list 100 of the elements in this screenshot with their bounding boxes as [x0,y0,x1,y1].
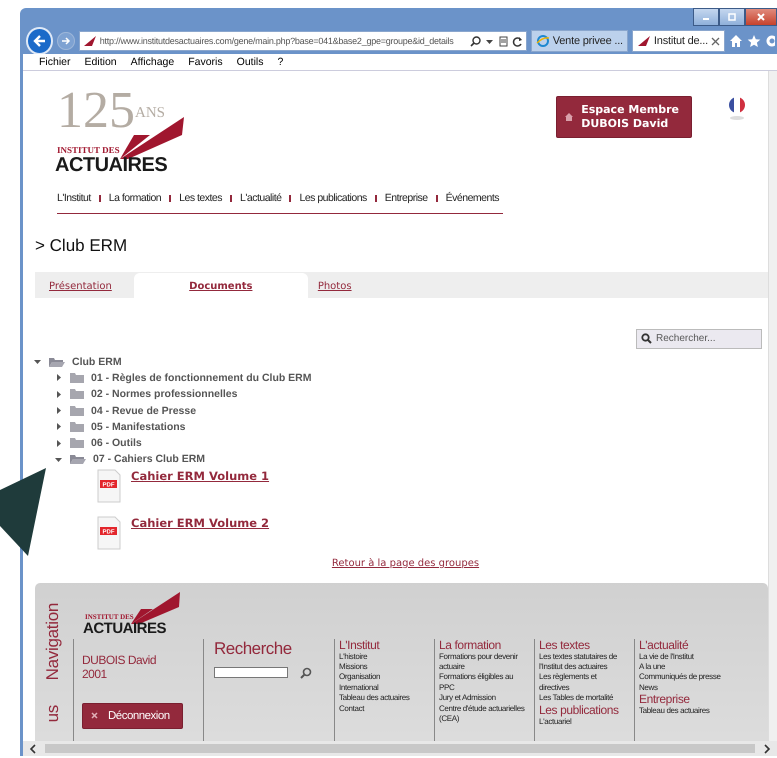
member-year: 2001 [82,666,108,681]
horizontal-scrollbar[interactable] [23,741,777,756]
folder-label[interactable]: 01 - Règles de fonctionnement du Club ERM [91,372,312,384]
footer-link[interactable]: La vie de l'Institut [639,652,728,662]
user-name: DUBOIS David [82,652,158,667]
document-link[interactable]: Cahier ERM Volume 1 [131,468,270,483]
logout-button[interactable]: Déconnexion [82,702,183,729]
footer-link[interactable]: L'histoire [339,652,428,662]
footer-link[interactable]: Communiqués de presse [639,672,728,683]
home-icon[interactable] [729,34,743,48]
folder-label[interactable]: 02 - Normes professionnelles [91,388,238,400]
favorites-star-icon[interactable] [747,34,761,48]
tab[interactable]: Présentation [39,281,134,298]
close-button[interactable] [745,8,777,26]
scroll-left-icon[interactable] [29,744,37,754]
folder-label[interactable]: 05 - Manifestations [91,420,186,433]
footer-heading[interactable]: L'Institut [339,638,428,652]
nav-link[interactable]: Les publications [299,192,367,204]
maximize-icon [727,12,737,22]
forward-button[interactable] [57,32,75,50]
home-icon [565,113,574,121]
footer-link[interactable]: Formations éligibles au PPC [439,672,528,694]
search-field[interactable] [214,667,288,678]
side-heading: Navigation [43,602,63,680]
tab[interactable]: Photos [308,281,374,298]
close-tab-icon[interactable] [711,36,720,46]
footer-link[interactable]: Les textes statutaires de l'Institut des actuaires [539,652,628,672]
nav-link[interactable]: L'Institut [57,192,91,204]
footer-link[interactable]: Les règlements et directives [539,672,628,694]
menu-item[interactable]: Outils [236,56,264,68]
folder-icon [69,388,85,400]
footer-link[interactable]: Organisation [339,672,428,683]
footer-link[interactable]: Formations pour devenir actuaire [439,652,528,672]
footer-link[interactable]: Contact [339,704,428,714]
menu-item[interactable]: Edition [84,56,117,68]
forward-arrow-icon [61,36,72,46]
footer-heading[interactable]: L'actualité [639,638,728,652]
close-icon [91,712,98,720]
back-link[interactable]: Retour à la page des groupes [332,558,480,569]
collapsed-caret-icon[interactable] [54,438,63,448]
refresh-icon[interactable] [512,36,523,46]
footer-link[interactable]: Jury et Admission [439,693,528,704]
nav-link[interactable]: La formation [108,192,162,204]
footer-heading[interactable]: La formation [439,638,528,652]
footer-link[interactable]: A la une [639,662,728,672]
footer-heading[interactable]: Les publications [539,704,628,717]
folder-label[interactable]: Club ERM [72,356,122,368]
address-bar[interactable]: http://www.institutdesactuaires.com/gene/main.php?base=041&base2_gpe=groupe&id_details [78,31,527,51]
footer-link[interactable]: Les Tables de mortalité [539,693,628,704]
footer-link[interactable]: Tableau des actuaires [339,693,428,704]
open-folder-icon [69,453,87,466]
menu-item[interactable]: Favoris [188,56,223,68]
site-logo-icon [82,35,97,47]
nav-link[interactable]: Entreprise [384,192,428,204]
globe-e-icon [536,34,550,48]
collapsed-caret-icon[interactable] [54,406,63,416]
member-area-button[interactable]: Espace Membre DUBOIS David [556,96,692,138]
folder-label[interactable]: 07 - Cahiers Club ERM [93,453,206,466]
nav-link[interactable]: Événements [446,192,500,204]
footer-link[interactable]: L'actuariel [539,716,628,728]
footer-heading[interactable]: Entreprise [639,693,728,706]
menu-item[interactable]: ? [278,56,284,68]
expanded-caret-icon[interactable] [33,357,42,366]
page-icon[interactable] [498,36,509,46]
footer-link[interactable]: Missions [339,662,428,672]
folder-icon [69,372,85,384]
nav-link[interactable]: L'actualité [240,192,282,204]
footer-link[interactable]: Centre d'étude actuarielles (CEA) [439,704,528,724]
tab[interactable]: Documents [134,273,308,298]
nav-link[interactable]: Les textes [179,192,222,204]
footer-link[interactable]: International [339,682,428,694]
side-heading: us [43,704,63,722]
search-heading: Recherche [214,638,293,659]
document-link[interactable]: Cahier ERM Volume 2 [131,516,270,530]
menu-item[interactable]: Affichage [130,56,174,68]
site-logo-icon [636,35,651,47]
footer-heading[interactable]: Les textes [539,638,628,652]
footer-link[interactable]: News [639,682,728,694]
menu-item[interactable]: Fichier [39,56,71,68]
maximize-button[interactable] [719,8,745,26]
minimize-button[interactable] [693,8,719,26]
search-icon[interactable] [470,36,481,46]
browser-tab[interactable]: Vente privee ... [530,30,628,52]
page-title: > Club ERM [35,236,128,256]
browser-tab[interactable]: Institut de... [632,30,725,52]
open-folder-icon [48,356,66,368]
french-flag-icon[interactable] [728,96,746,122]
close-icon [756,12,766,22]
back-button[interactable] [26,27,54,55]
folder-icon [69,437,85,450]
folder-label[interactable]: 06 - Outils [91,437,142,450]
collapsed-caret-icon[interactable] [54,373,63,382]
footer-link[interactable]: Tableau des actuaires [639,706,728,717]
address-text: http://www.institutdesactuaires.com/gene/main.php?base=041&base2_gpe=groupe&id_details [100,36,455,46]
search-field[interactable]: Rechercher... [636,328,762,348]
scroll-right-icon[interactable] [763,744,771,754]
folder-label[interactable]: 04 - Revue de Presse [91,404,196,417]
collapsed-caret-icon[interactable] [54,390,63,399]
vertical-scrollbar[interactable] [768,71,777,741]
collapsed-caret-icon[interactable] [54,422,63,432]
